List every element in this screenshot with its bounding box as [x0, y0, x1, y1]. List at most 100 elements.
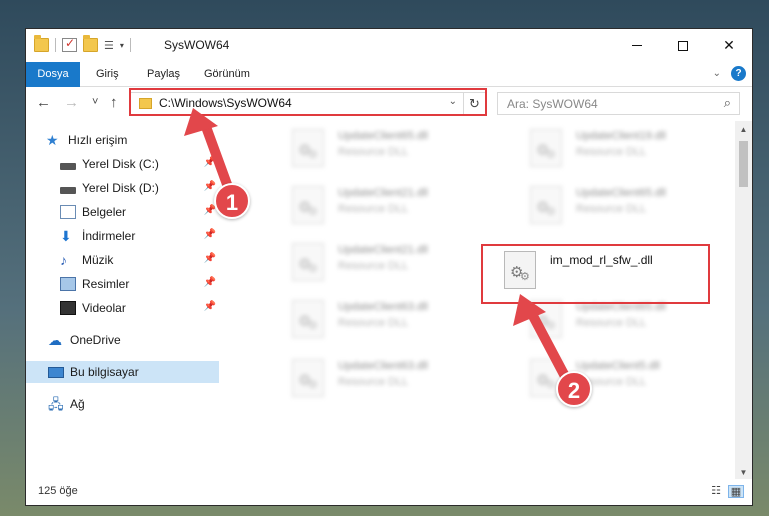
videos-icon [60, 301, 76, 315]
dll-file-icon: ⚙ ⚙ [292, 300, 324, 338]
quick-access-toolbar: ☰ ▾ [34, 35, 131, 52]
dll-file-icon: ⚙ ⚙ [292, 359, 324, 397]
file-item[interactable]: ⚙ ⚙ UpdateClient65.dll Resource DLL [510, 180, 730, 228]
sidebar-item-downloads[interactable]: ⬇ İndirmeler 📌 [26, 225, 219, 247]
pin-icon[interactable]: 📌 [204, 301, 216, 312]
documents-icon [60, 205, 76, 219]
sidebar-item-label: Müzik [82, 253, 114, 267]
file-item[interactable]: ⚙ ⚙ UpdateClient19.dll Resource DLL [510, 123, 730, 171]
up-button[interactable]: ↑ [110, 94, 118, 111]
pin-icon[interactable]: 📌 [204, 229, 216, 240]
sidebar-item-label: Resimler [82, 277, 130, 291]
file-description: Resource DLL [338, 376, 409, 388]
sidebar-item-videos[interactable]: Videolar 📌 [26, 297, 219, 319]
sidebar-item-label: OneDrive [70, 333, 121, 347]
navigation-pane: ★ Hızlı erişim Yerel Disk (C:) 📌 Yerel D… [26, 121, 219, 481]
sidebar-item-onedrive[interactable]: ☁ OneDrive [26, 329, 219, 351]
sidebar-item-this-pc[interactable]: Bu bilgisayar [26, 361, 219, 383]
back-button[interactable]: ← [36, 94, 51, 111]
refresh-button[interactable]: ↻ [463, 93, 485, 114]
file-item[interactable]: ⚙ ⚙ UpdateClient65.dll Resource DLL [272, 123, 492, 171]
minimize-icon [632, 45, 642, 46]
star-icon: ★ [46, 132, 59, 148]
file-name: UpdateClient63.dll [338, 360, 428, 372]
folder-icon [34, 35, 49, 52]
divider [55, 38, 56, 52]
file-item[interactable]: ⚙ ⚙ UpdateClient65.dll Resource DLL [510, 294, 730, 342]
file-description: Resource DLL [576, 146, 647, 158]
file-name: im_mod_rl_sfw_.dll [550, 253, 653, 267]
address-path[interactable]: C:\Windows\SysWOW64 [159, 96, 292, 110]
minimize-button[interactable] [614, 29, 660, 62]
file-name: UpdateClient21.dll [338, 244, 428, 256]
sidebar-item-label: Hızlı erişim [68, 133, 128, 147]
file-item[interactable]: ⚙ ⚙ UpdateClient21.dll Resource DLL [272, 180, 492, 228]
sidebar-item-local-disk-c[interactable]: Yerel Disk (C:) 📌 [26, 153, 219, 175]
file-description: Resource DLL [338, 260, 409, 272]
window-title: SysWOW64 [164, 38, 230, 52]
title-bar: ☰ ▾ SysWOW64 ✕ [26, 29, 752, 62]
sidebar-item-documents[interactable]: Belgeler 📌 [26, 201, 219, 223]
drive-icon [60, 187, 76, 194]
sidebar-item-label: İndirmeler [82, 229, 136, 243]
large-icons-view-icon[interactable]: ▦ [728, 485, 744, 498]
customize-icon[interactable]: ☰ [104, 39, 114, 52]
this-pc-icon [48, 366, 64, 378]
scrollbar-thumb[interactable] [739, 141, 748, 187]
vertical-scrollbar[interactable]: ▲ ▼ [735, 121, 752, 481]
file-name: UpdateClient19.dll [576, 130, 666, 142]
view-switcher: ☷ ▦ [708, 485, 744, 498]
pin-icon[interactable]: 📌 [204, 253, 216, 264]
file-name: UpdateClient63.dll [338, 301, 428, 313]
sidebar-item-music[interactable]: ♪ Müzik 📌 [26, 249, 219, 271]
file-description: Resource DLL [576, 317, 647, 329]
file-item[interactable]: ⚙ ⚙ UpdateClient63.dll Resource DLL [272, 294, 492, 342]
search-input[interactable]: Ara: SysWOW64 [507, 97, 598, 111]
sidebar-item-quick-access[interactable]: ★ Hızlı erişim [26, 129, 219, 151]
status-bar: 125 öğe ☷ ▦ [26, 479, 752, 505]
help-icon[interactable]: ? [731, 66, 746, 81]
pin-icon[interactable]: 📌 [204, 181, 216, 192]
tab-home[interactable]: Giriş [84, 62, 131, 87]
chevron-down-icon[interactable]: ▾ [120, 41, 124, 50]
forward-button[interactable]: → [64, 94, 79, 111]
file-name: UpdateClient21.dll [338, 187, 428, 199]
address-bar[interactable]: C:\Windows\SysWOW64 ⌄ ↻ [130, 92, 486, 115]
new-folder-icon[interactable] [83, 35, 98, 52]
file-description: Resource DLL [338, 317, 409, 329]
scroll-up-icon[interactable]: ▲ [735, 121, 752, 138]
step-badge-1: 1 [214, 183, 250, 219]
search-box[interactable]: Ara: SysWOW64 ⌕ [497, 92, 740, 115]
file-description: Resource DLL [338, 146, 409, 158]
pin-icon[interactable]: 📌 [204, 157, 216, 168]
file-name: UpdateClient65.dll [338, 130, 428, 142]
dll-file-icon: ⚙ ⚙ [530, 300, 562, 338]
pin-icon[interactable]: 📌 [204, 277, 216, 288]
window-controls: ✕ [614, 29, 752, 62]
details-view-icon[interactable]: ☷ [708, 485, 724, 498]
maximize-icon [678, 40, 688, 51]
close-button[interactable]: ✕ [706, 29, 752, 62]
sidebar-item-label: Yerel Disk (D:) [82, 181, 159, 195]
file-item-target-dll[interactable]: ⚙ ⚙ im_mod_rl_sfw_.dll [484, 245, 704, 293]
expand-ribbon-chevron-icon[interactable]: ⌄ [713, 68, 721, 79]
divider [129, 38, 131, 52]
file-name: UpdateClient65.dll [576, 301, 666, 313]
sidebar-item-network[interactable]: 🖧 Ağ [26, 393, 219, 415]
file-item[interactable]: ⚙ ⚙ UpdateClient5.dll Resource DLL [510, 353, 730, 401]
chevron-down-icon[interactable]: ⌄ [449, 96, 457, 107]
file-item[interactable]: ⚙ ⚙ UpdateClient63.dll Resource DLL [272, 353, 492, 401]
tab-share[interactable]: Paylaş [135, 62, 192, 87]
file-explorer-window: ☰ ▾ SysWOW64 ✕ Dosya Giriş Paylaş Görünü… [25, 28, 753, 506]
recent-locations-button[interactable]: ˅ [92, 96, 98, 108]
dll-file-icon: ⚙ ⚙ [292, 129, 324, 167]
network-icon: 🖧 [48, 396, 64, 412]
file-list: ⚙ ⚙ UpdateClient65.dll Resource DLL ⚙ ⚙ Up… [222, 121, 738, 481]
properties-check-icon[interactable] [62, 36, 77, 52]
sidebar-item-local-disk-d[interactable]: Yerel Disk (D:) 📌 [26, 177, 219, 199]
sidebar-item-pictures[interactable]: Resimler 📌 [26, 273, 219, 295]
search-icon[interactable]: ⌕ [724, 95, 731, 111]
maximize-button[interactable] [660, 29, 706, 62]
tab-view[interactable]: Görünüm [192, 62, 262, 87]
file-item[interactable]: ⚙ ⚙ UpdateClient21.dll Resource DLL [272, 237, 492, 285]
